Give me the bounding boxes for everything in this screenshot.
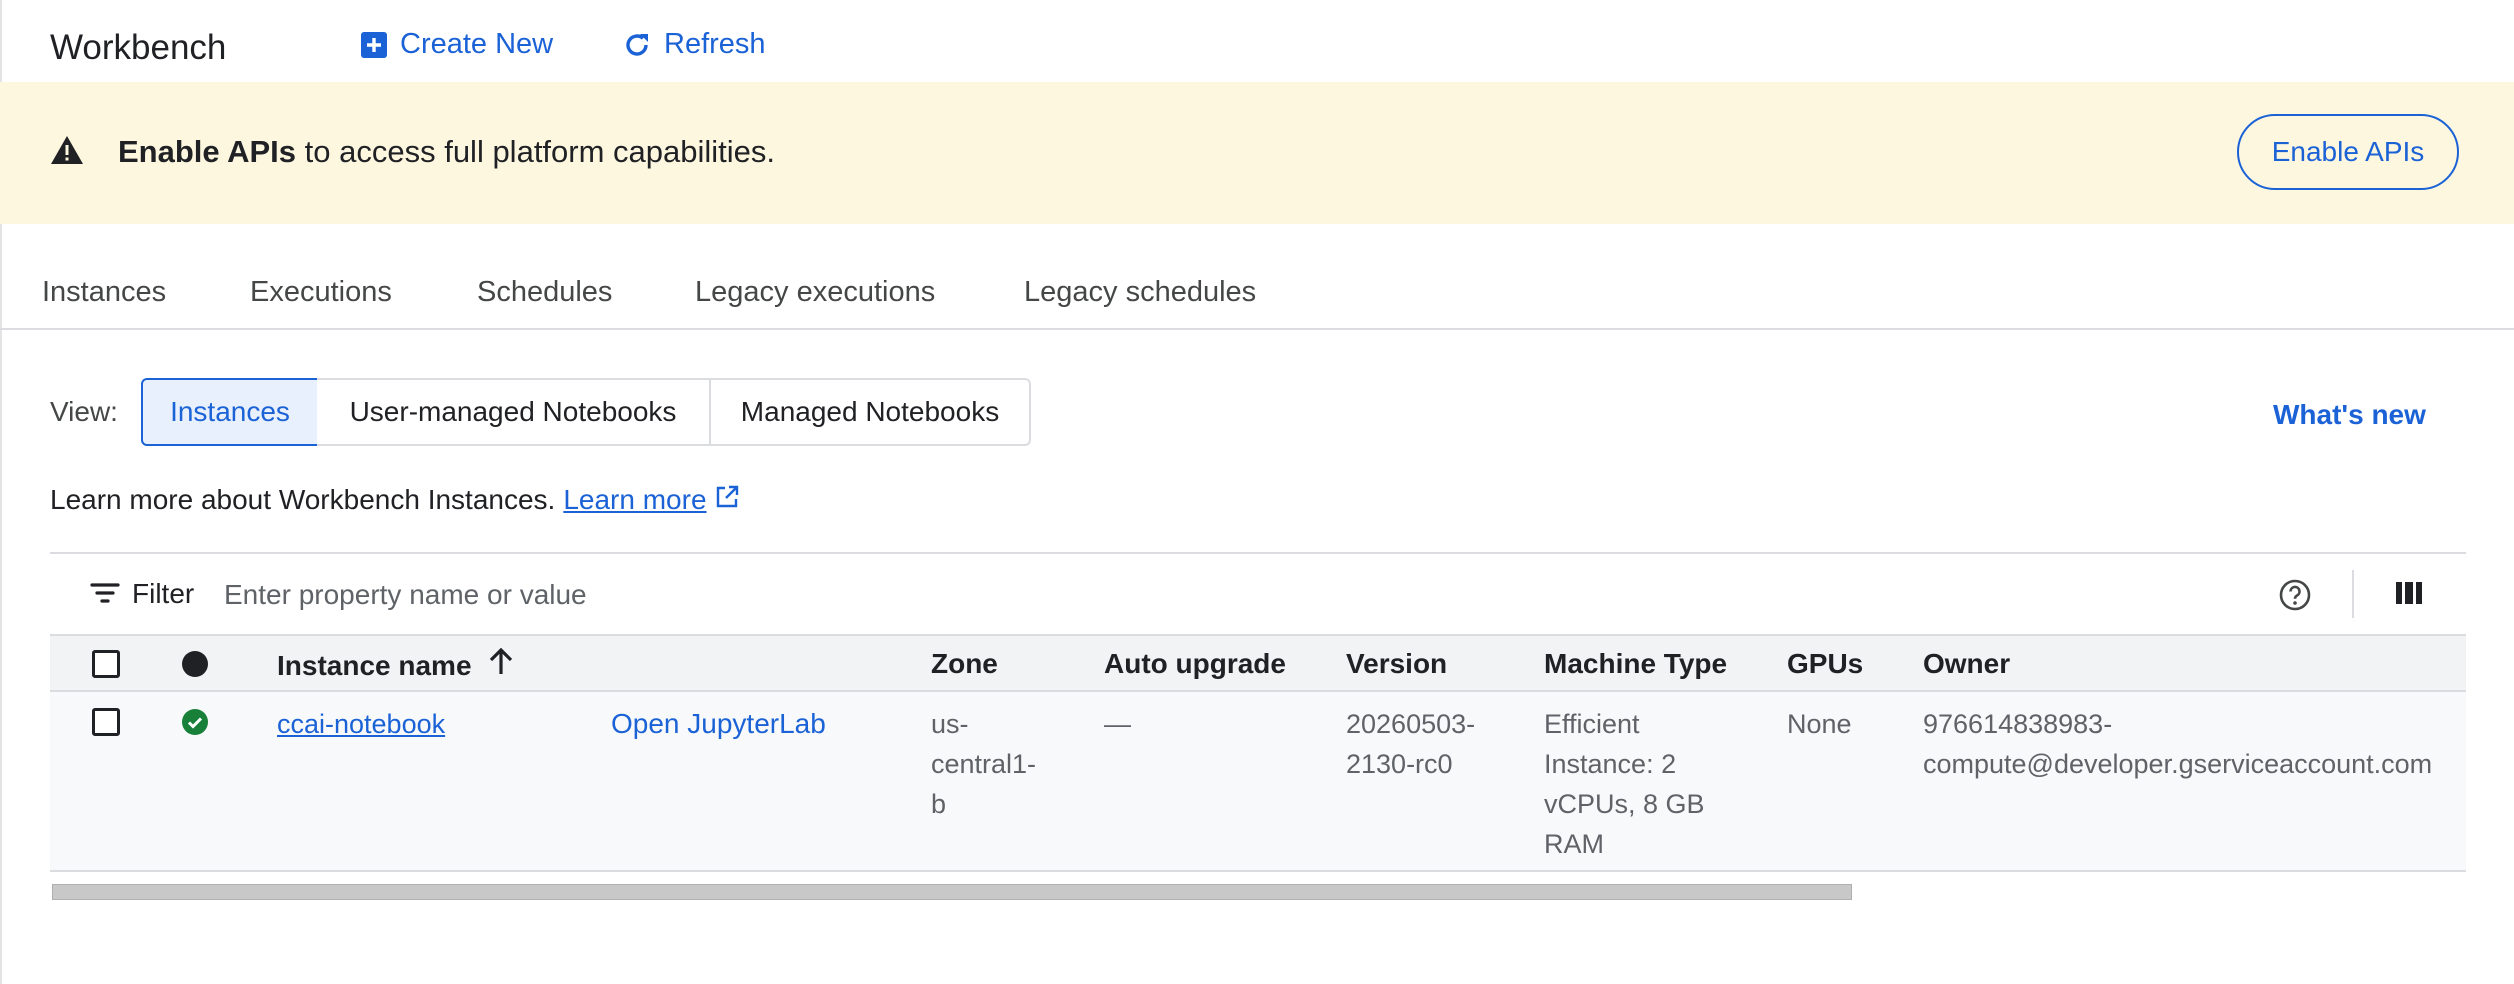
learn-more-link[interactable]: Learn more <box>563 484 706 516</box>
column-machine-type[interactable]: Machine Type <box>1544 648 1727 680</box>
filter-input[interactable] <box>222 574 1026 616</box>
tabs-divider <box>0 328 2514 330</box>
status-header-icon <box>181 650 209 683</box>
tab-instances[interactable]: Instances <box>42 276 166 309</box>
cell-machine-type: Efficient Instance: 2 vCPUs, 8 GB RAM <box>1544 709 1705 859</box>
learn-more-row: Learn more about Workbench Instances. Le… <box>50 484 739 516</box>
cell-owner: 976614838983- compute@developer.gservice… <box>1923 709 2433 779</box>
tab-schedules[interactable]: Schedules <box>477 276 612 309</box>
external-link-icon <box>715 484 739 516</box>
whats-new-link[interactable]: What's new <box>2273 399 2426 431</box>
toolbar-separator <box>2352 570 2354 618</box>
tab-executions[interactable]: Executions <box>250 276 392 309</box>
view-instances-button[interactable]: Instances <box>141 378 319 446</box>
banner-message: Enable APIs to access full platform capa… <box>118 134 776 169</box>
create-new-button[interactable]: Create New <box>360 28 553 61</box>
status-running-icon <box>181 708 209 741</box>
add-box-icon <box>360 31 388 59</box>
row-checkbox[interactable] <box>92 708 120 736</box>
sort-ascending-icon <box>488 647 514 683</box>
enable-apis-button[interactable]: Enable APIs <box>2237 114 2459 190</box>
filter-icon <box>90 580 120 611</box>
cell-auto-upgrade: — <box>1104 709 1131 739</box>
filter-label: Filter <box>132 578 195 609</box>
refresh-label: Refresh <box>664 28 766 60</box>
instance-name-link[interactable]: ccai-notebook <box>277 709 445 739</box>
learn-more-text: Learn more about Workbench Instances. <box>50 484 556 515</box>
cell-zone: us- central1- b <box>931 709 1037 819</box>
column-instance-name[interactable]: Instance name <box>277 647 514 683</box>
column-gpus[interactable]: GPUs <box>1787 648 1863 680</box>
horizontal-scrollbar[interactable] <box>52 884 1852 900</box>
tab-legacy-schedules[interactable]: Legacy schedules <box>1024 276 1256 309</box>
view-user-managed-button[interactable]: User-managed Notebooks <box>317 378 711 446</box>
refresh-icon <box>622 30 652 60</box>
column-instance-name-label: Instance name <box>277 649 472 681</box>
column-auto-upgrade[interactable]: Auto upgrade <box>1104 648 1286 680</box>
view-label: View: <box>50 396 118 427</box>
select-all-checkbox[interactable] <box>92 650 120 678</box>
page-title: Workbench <box>50 28 227 67</box>
create-new-label: Create New <box>400 28 554 60</box>
warning-icon <box>50 134 84 171</box>
column-display-icon[interactable] <box>2394 578 2424 613</box>
open-jupyterlab-link[interactable]: Open JupyterLab <box>611 708 826 739</box>
column-version[interactable]: Version <box>1346 648 1447 680</box>
column-owner[interactable]: Owner <box>1923 648 2010 680</box>
view-managed-button[interactable]: Managed Notebooks <box>709 378 1031 446</box>
refresh-button[interactable]: Refresh <box>622 28 766 61</box>
cell-gpus: None <box>1787 709 1852 739</box>
tab-legacy-executions[interactable]: Legacy executions <box>695 276 935 309</box>
help-icon[interactable] <box>2278 578 2312 617</box>
column-zone[interactable]: Zone <box>931 648 998 680</box>
filter-divider <box>50 552 2466 554</box>
cell-version: 20260503- 2130-rc0 <box>1346 709 1476 779</box>
